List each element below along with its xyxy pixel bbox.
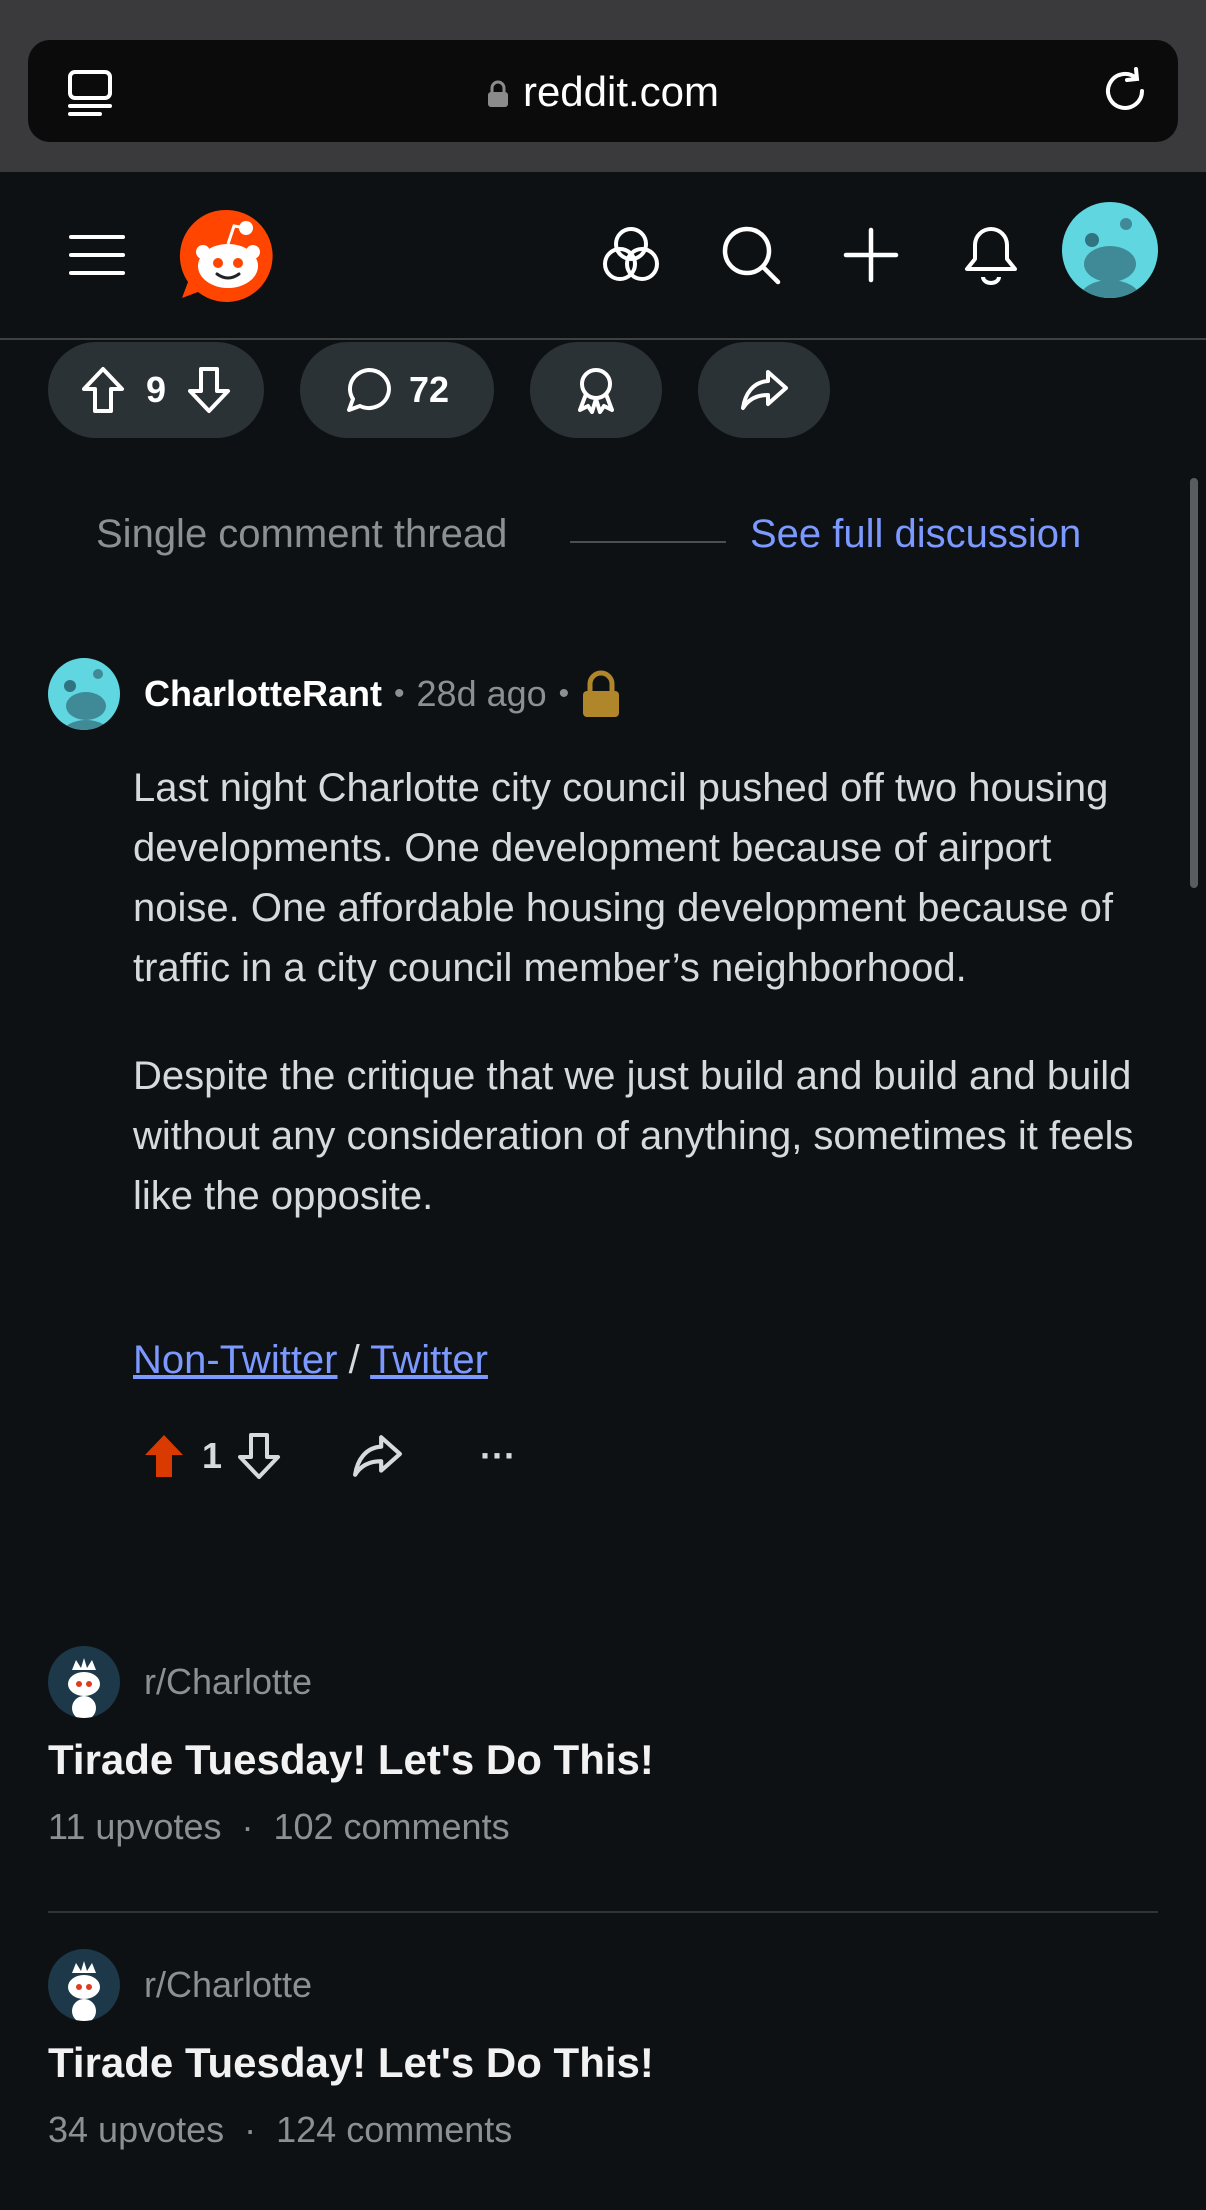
share-button[interactable] — [698, 342, 830, 438]
vote-pill: 9 — [48, 342, 264, 438]
non-twitter-link[interactable]: Non-Twitter — [133, 1338, 338, 1382]
lock-icon — [487, 80, 508, 107]
related-post[interactable]: r/Charlotte Tirade Tuesday! Let's Do Thi… — [48, 1949, 1158, 2151]
comment-count: 124 comments — [276, 2109, 513, 2150]
related-post-title: Tirade Tuesday! Let's Do This! — [48, 2039, 654, 2086]
comment-username[interactable]: CharlotteRant — [144, 673, 382, 715]
divider — [48, 1911, 1158, 1913]
comments-button[interactable]: 72 — [300, 342, 494, 438]
menu-icon[interactable] — [52, 210, 142, 300]
related-post-meta: 11 upvotes · 102 comments — [48, 1806, 510, 1847]
commenter-avatar[interactable] — [48, 658, 120, 730]
url-text: reddit.com — [522, 68, 720, 115]
comment-header: CharlotteRant • 28d ago • — [48, 658, 621, 730]
upvote-count: 11 upvotes — [48, 1806, 222, 1847]
see-full-discussion-link[interactable]: See full discussion — [750, 512, 1081, 557]
upvote-icon[interactable] — [80, 365, 126, 415]
comment-count: 72 — [408, 369, 450, 410]
upvote-count: 34 upvotes — [48, 2109, 225, 2150]
more-options-icon[interactable]: ··· — [480, 1435, 516, 1477]
reddit-logo[interactable] — [178, 206, 278, 306]
share-icon — [741, 370, 788, 410]
post-score: 9 — [145, 369, 167, 410]
comment-links: Non-Twitter / Twitter — [133, 1338, 488, 1383]
subreddit-name: r/Charlotte — [144, 1661, 313, 1702]
related-post-meta: 34 upvotes · 124 comments — [48, 2109, 513, 2150]
comment-count: 102 comments — [273, 1806, 510, 1847]
subreddit-icon — [48, 1949, 120, 2021]
award-button[interactable] — [530, 342, 662, 438]
browser-toolbar: reddit.com — [0, 0, 1206, 172]
upvote-active-icon[interactable] — [140, 1431, 188, 1481]
comment-paragraph: Last night Charlotte city council pushed… — [133, 766, 1113, 990]
downvote-icon[interactable] — [186, 365, 232, 415]
comment-body: Last night Charlotte city council pushed… — [133, 758, 1153, 1274]
reload-icon[interactable] — [1098, 64, 1152, 118]
comment-icon — [346, 368, 391, 412]
comment-score: 1 — [202, 1435, 223, 1476]
scrollbar[interactable] — [1190, 478, 1198, 888]
separator-dot: • — [558, 677, 570, 710]
share-icon[interactable] — [352, 1433, 403, 1479]
divider — [570, 541, 726, 543]
related-subreddit[interactable]: r/Charlotte — [48, 1949, 1158, 2021]
related-post[interactable]: r/Charlotte Tirade Tuesday! Let's Do Thi… — [48, 1646, 1158, 1848]
comment-timestamp: 28d ago — [416, 673, 547, 714]
award-icon — [578, 368, 614, 414]
user-avatar[interactable] — [1062, 202, 1158, 298]
downvote-icon[interactable] — [236, 1431, 282, 1481]
link-separator: / — [348, 1338, 360, 1382]
url-display: reddit.com — [28, 68, 1178, 116]
related-subreddit[interactable]: r/Charlotte — [48, 1646, 1158, 1718]
locked-lock-icon — [583, 670, 620, 717]
comment-paragraph: Despite the critique that we just build … — [133, 1054, 1134, 1218]
address-bar[interactable]: reddit.com — [28, 40, 1178, 142]
subreddit-name: r/Charlotte — [144, 1964, 313, 2005]
separator-dot: • — [394, 677, 405, 710]
twitter-link[interactable]: Twitter — [370, 1338, 488, 1382]
create-post-icon[interactable] — [826, 210, 916, 300]
post-action-bar: 9 72 — [0, 342, 1206, 440]
app-header — [0, 172, 1206, 340]
notifications-bell-icon[interactable] — [946, 210, 1036, 300]
comment-actions: 1 ··· — [140, 1424, 516, 1488]
search-icon[interactable] — [706, 210, 796, 300]
related-post-title: Tirade Tuesday! Let's Do This! — [48, 1736, 654, 1783]
explore-icon[interactable] — [586, 210, 676, 300]
subreddit-icon — [48, 1646, 120, 1718]
single-thread-label: Single comment thread — [96, 512, 508, 556]
